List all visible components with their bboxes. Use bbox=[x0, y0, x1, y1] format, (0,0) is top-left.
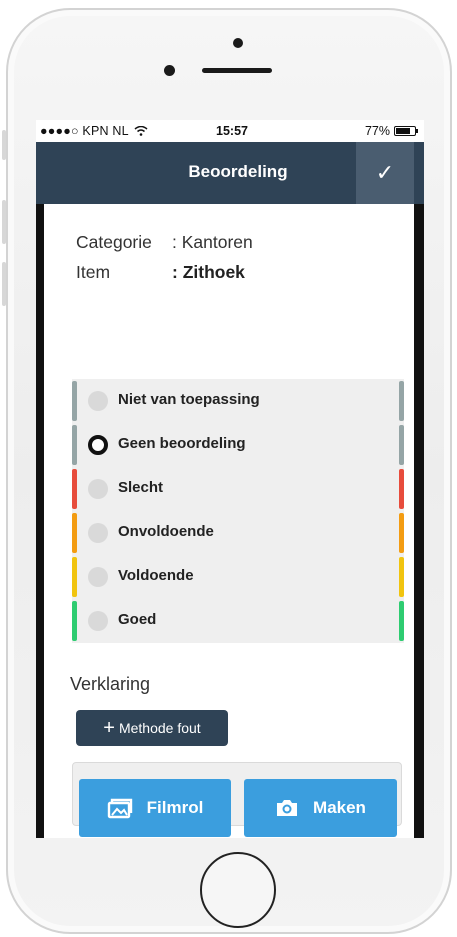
home-button[interactable] bbox=[200, 852, 276, 928]
radio-unselected-icon[interactable] bbox=[88, 391, 108, 411]
rating-color-bar-left bbox=[72, 601, 77, 641]
item-label: Item bbox=[76, 262, 111, 282]
screen-bezel-left bbox=[36, 142, 44, 838]
rating-color-bar-right bbox=[399, 557, 404, 597]
rating-color-bar-left bbox=[72, 513, 77, 553]
maken-button[interactable]: Maken bbox=[244, 779, 397, 837]
wifi-icon bbox=[134, 125, 148, 136]
nav-bar: Beoordeling ✓ bbox=[36, 142, 424, 204]
battery-fill bbox=[396, 128, 410, 134]
rating-options: Niet van toepassing Geen beoordeling Slech… bbox=[72, 379, 404, 643]
screen: ●●●●○ KPN NL 15:57 77% Beoordeling ✓ Cat… bbox=[36, 120, 424, 838]
rating-option[interactable]: Slecht bbox=[72, 467, 404, 511]
methode-fout-button[interactable]: + Methode fout bbox=[76, 710, 228, 746]
maken-label: Maken bbox=[313, 798, 366, 817]
item-value: : Zithoek bbox=[172, 262, 245, 282]
battery-percent: 77% bbox=[364, 124, 390, 138]
filmrol-label: Filmrol bbox=[146, 798, 204, 817]
category-label: Categorie bbox=[76, 232, 152, 252]
rating-option-label: Onvoldoende bbox=[118, 523, 214, 540]
volume-down-button bbox=[2, 262, 6, 306]
front-camera bbox=[233, 38, 243, 48]
rating-color-bar-right bbox=[399, 513, 404, 553]
methode-fout-label: Methode fout bbox=[118, 720, 201, 736]
rating-color-bar-right bbox=[399, 425, 404, 465]
rating-option-label: Goed bbox=[118, 611, 157, 628]
radio-unselected-icon[interactable] bbox=[88, 523, 108, 543]
camera-icon bbox=[277, 800, 298, 816]
battery-status: 77% bbox=[364, 124, 418, 138]
radio-unselected-icon[interactable] bbox=[88, 611, 108, 631]
rating-option[interactable]: Voldoende bbox=[72, 555, 404, 599]
mute-switch bbox=[2, 130, 6, 160]
rating-color-bar-right bbox=[399, 381, 404, 421]
rating-option-label: Slecht bbox=[118, 479, 164, 496]
battery-icon bbox=[394, 126, 418, 136]
carrier-signal: ●●●●○ KPN NL bbox=[40, 124, 148, 138]
rating-option[interactable]: Onvoldoende bbox=[72, 511, 404, 555]
rating-option-label: Niet van toepassing bbox=[118, 391, 260, 408]
confirm-button[interactable]: ✓ bbox=[356, 142, 414, 204]
rating-color-bar-left bbox=[72, 381, 77, 421]
verklaring-label: Verklaring bbox=[70, 674, 151, 694]
rating-option[interactable]: Geen beoordeling bbox=[72, 423, 404, 467]
item-row: Item : Zithoek bbox=[76, 262, 245, 283]
filmrol-button[interactable]: Filmrol bbox=[79, 779, 231, 837]
proximity-sensor bbox=[164, 65, 175, 76]
volume-up-button bbox=[2, 200, 6, 244]
rating-color-bar-right bbox=[399, 601, 404, 641]
clock: 15:57 bbox=[216, 124, 248, 138]
checkmark-icon: ✓ bbox=[375, 160, 395, 185]
rating-option-label: Voldoende bbox=[118, 567, 194, 584]
rating-option[interactable]: Niet van toepassing bbox=[72, 379, 404, 423]
status-bar: ●●●●○ KPN NL 15:57 77% bbox=[36, 120, 424, 142]
radio-unselected-icon[interactable] bbox=[88, 479, 108, 499]
rating-color-bar-left bbox=[72, 469, 77, 509]
rating-color-bar-right bbox=[399, 469, 404, 509]
category-row: Categorie : Kantoren bbox=[76, 232, 253, 253]
radio-unselected-icon[interactable] bbox=[88, 567, 108, 587]
screen-bezel-right bbox=[414, 142, 424, 838]
content-area: Categorie : Kantoren Item : Zithoek Niet v… bbox=[44, 204, 414, 838]
rating-option[interactable]: Goed bbox=[72, 599, 404, 643]
earpiece-speaker bbox=[202, 68, 272, 73]
radio-selected-icon[interactable] bbox=[88, 435, 108, 455]
photo-library-icon bbox=[107, 798, 132, 819]
rating-option-label: Geen beoordeling bbox=[118, 435, 246, 452]
plus-icon: + bbox=[103, 717, 115, 739]
category-value: : Kantoren bbox=[172, 232, 253, 252]
rating-color-bar-left bbox=[72, 557, 77, 597]
rating-color-bar-left bbox=[72, 425, 77, 465]
